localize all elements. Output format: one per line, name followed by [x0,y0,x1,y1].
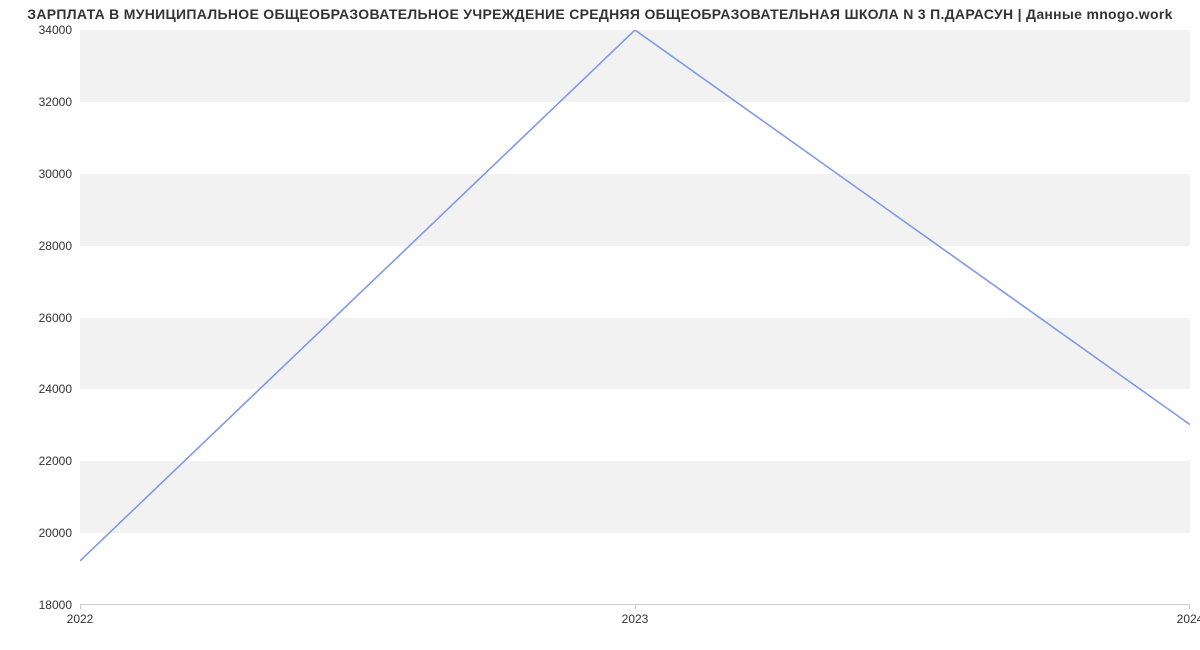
grid-band [80,461,1190,533]
plot-area [80,30,1190,605]
y-tick-label: 24000 [2,382,72,396]
y-tick-label: 20000 [2,526,72,540]
x-axis: 2022 2023 2024 [80,608,1190,628]
x-tick-label: 2022 [67,612,94,626]
y-tick-label: 28000 [2,239,72,253]
y-tick-label: 22000 [2,454,72,468]
y-tick-label: 32000 [2,95,72,109]
y-tick-label: 18000 [2,598,72,612]
grid-band [80,30,1190,102]
x-tick-label: 2024 [1177,612,1200,626]
y-axis: 18000 20000 22000 24000 26000 28000 3000… [0,30,78,605]
chart-title: ЗАРПЛАТА В МУНИЦИПАЛЬНОЕ ОБЩЕОБРАЗОВАТЕЛ… [0,6,1200,22]
chart-container: ЗАРПЛАТА В МУНИЦИПАЛЬНОЕ ОБЩЕОБРАЗОВАТЕЛ… [0,0,1200,650]
grid-band [80,174,1190,246]
y-tick-label: 30000 [2,167,72,181]
x-tick-label: 2023 [622,612,649,626]
y-tick-label: 34000 [2,23,72,37]
y-tick-label: 26000 [2,311,72,325]
grid-band [80,318,1190,390]
